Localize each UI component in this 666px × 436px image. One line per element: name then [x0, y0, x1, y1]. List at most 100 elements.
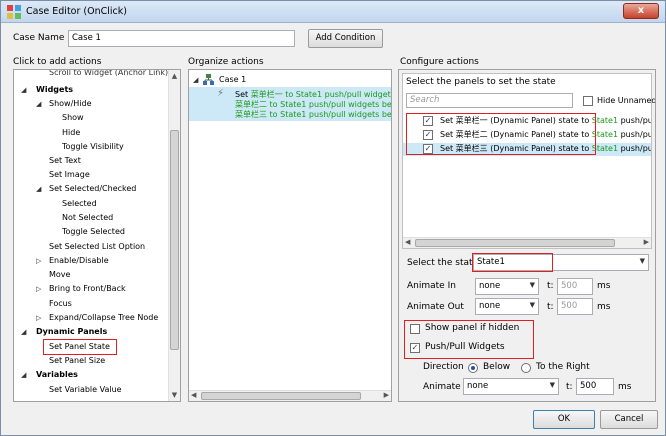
- action-line-3: 菜单栏三 to State1 push/pull widgets belov: [235, 110, 392, 119]
- animate-in-select[interactable]: none ▼: [475, 278, 539, 295]
- list-item[interactable]: Set Variable Value: [49, 385, 122, 394]
- configure-actions-panel: Select the panels to set the state Searc…: [398, 69, 656, 402]
- scroll-left-icon[interactable]: ◀: [191, 391, 196, 399]
- list-item[interactable]: Focus: [49, 299, 72, 308]
- scroll-thumb[interactable]: [415, 239, 615, 247]
- show-panel-label: Show panel if hidden: [425, 323, 520, 333]
- category-widgets[interactable]: Widgets: [36, 85, 73, 94]
- expand-triangle-icon[interactable]: ▷: [36, 257, 41, 265]
- list-item[interactable]: Set Selected/Checked: [49, 184, 136, 193]
- scroll-thumb[interactable]: [201, 392, 361, 400]
- highlight-box: [43, 339, 117, 355]
- select-state-label: Select the state: [407, 258, 479, 268]
- case-editor-window: Case Editor (OnClick) x Case Name Case 1…: [0, 0, 666, 436]
- list-item[interactable]: Scroll to Widget (Anchor Link): [49, 70, 168, 77]
- add-condition-button[interactable]: Add Condition: [308, 29, 383, 48]
- scroll-down-icon[interactable]: ▼: [169, 389, 180, 401]
- action-list-scrollbar[interactable]: ▲ ▼: [168, 70, 180, 401]
- scroll-right-icon[interactable]: ▶: [644, 238, 649, 246]
- t-label: t:: [547, 302, 554, 312]
- list-item[interactable]: Move: [49, 270, 70, 279]
- animate-in-value: none: [479, 281, 501, 291]
- organize-hscrollbar[interactable]: ◀ ▶: [189, 390, 391, 401]
- direction-label: Direction: [423, 362, 464, 372]
- highlight-box: [472, 253, 553, 272]
- window-title: Case Editor (OnClick): [26, 6, 127, 17]
- list-item[interactable]: Bring to Front/Back: [49, 284, 126, 293]
- close-button[interactable]: x: [623, 3, 659, 19]
- list-item[interactable]: Hide: [62, 128, 80, 137]
- t-label: t:: [566, 382, 573, 392]
- collapse-triangle-icon[interactable]: ◢: [21, 328, 26, 336]
- list-item[interactable]: Expand/Collapse Tree Node: [49, 313, 158, 322]
- middle-header: Organize actions: [188, 57, 264, 67]
- animate-time-input[interactable]: 500: [576, 378, 614, 395]
- highlight-box: [406, 113, 596, 155]
- collapse-triangle-icon[interactable]: ◢: [193, 76, 198, 84]
- show-panel-checkbox[interactable]: [410, 324, 420, 334]
- animate-in-label: Animate In: [407, 281, 456, 291]
- below-radio[interactable]: [468, 363, 478, 373]
- collapse-triangle-icon[interactable]: ◢: [21, 86, 26, 94]
- app-icon: [7, 5, 21, 19]
- category-dynamic-panels[interactable]: Dynamic Panels: [36, 327, 107, 336]
- list-item[interactable]: Set Panel Size: [49, 356, 105, 365]
- push-pull-label: Push/Pull Widgets: [425, 342, 505, 352]
- animate-out-label: Animate Out: [407, 302, 464, 312]
- panel-select-box: Select the panels to set the state Searc…: [402, 73, 655, 249]
- list-item[interactable]: Toggle Visibility: [62, 142, 124, 151]
- scroll-left-icon[interactable]: ◀: [405, 238, 410, 246]
- t-label: t:: [547, 281, 554, 291]
- organize-actions-panel: ◢ Case 1 ⚡ Set 菜单栏一 to State1 push/pull …: [188, 69, 392, 402]
- list-item[interactable]: Enable/Disable: [49, 256, 109, 265]
- list-item[interactable]: Show/Hide: [49, 99, 92, 108]
- case-icon: [203, 74, 214, 85]
- collapse-triangle-icon[interactable]: ◢: [36, 185, 41, 193]
- expand-triangle-icon[interactable]: ▷: [36, 314, 41, 322]
- selected-action-row[interactable]: ⚡ Set 菜单栏一 to State1 push/pull widgets b…: [189, 87, 391, 121]
- action-list-panel: Scroll to Widget (Anchor Link) ◢ Widgets…: [13, 69, 181, 402]
- select-panels-label: Select the panels to set the state: [406, 77, 556, 87]
- list-item[interactable]: Show: [62, 113, 84, 122]
- list-item[interactable]: Not Selected: [62, 213, 113, 222]
- push-pull-checkbox[interactable]: ✓: [410, 343, 420, 353]
- hide-unnamed-label: Hide Unnamed: [597, 96, 656, 105]
- animate-out-value: none: [479, 301, 501, 311]
- scroll-right-icon[interactable]: ▶: [384, 391, 389, 399]
- chevron-down-icon: ▼: [529, 301, 535, 309]
- ms-label: ms: [597, 302, 611, 312]
- case-name-label: Case Name: [13, 33, 65, 43]
- list-item[interactable]: Set Image: [49, 170, 90, 179]
- case-label[interactable]: Case 1: [219, 75, 246, 84]
- animate-out-time-input[interactable]: 500: [557, 298, 593, 315]
- animate-value: none: [467, 381, 489, 391]
- case-name-input[interactable]: Case 1: [68, 30, 295, 47]
- to-right-radio[interactable]: [521, 363, 531, 373]
- ms-label: ms: [597, 281, 611, 291]
- list-item[interactable]: Selected: [62, 199, 97, 208]
- left-header: Click to add actions: [13, 57, 102, 67]
- animate-out-select[interactable]: none ▼: [475, 298, 539, 315]
- animate-select[interactable]: none ▼: [463, 378, 559, 395]
- cancel-button[interactable]: Cancel: [600, 410, 658, 429]
- title-bar: Case Editor (OnClick) x: [1, 1, 665, 23]
- below-label: Below: [483, 362, 511, 372]
- panel-list-hscrollbar[interactable]: ◀ ▶: [403, 237, 651, 248]
- animate-in-time-input[interactable]: 500: [557, 278, 593, 295]
- list-item[interactable]: Set Selected List Option: [49, 242, 145, 251]
- category-variables[interactable]: Variables: [36, 370, 78, 379]
- lightning-icon: ⚡: [217, 88, 225, 99]
- expand-triangle-icon[interactable]: ▷: [36, 285, 41, 293]
- chevron-down-icon: ▼: [529, 281, 535, 289]
- scroll-thumb[interactable]: [170, 130, 179, 350]
- list-item[interactable]: Toggle Selected: [62, 227, 125, 236]
- collapse-triangle-icon[interactable]: ◢: [21, 371, 26, 379]
- hide-unnamed-checkbox[interactable]: [583, 96, 593, 106]
- search-input[interactable]: Search: [406, 93, 573, 108]
- chevron-down-icon: ▼: [549, 381, 555, 389]
- list-item[interactable]: Set Text: [49, 156, 81, 165]
- scroll-up-icon[interactable]: ▲: [169, 70, 180, 82]
- ok-button[interactable]: OK: [533, 410, 595, 429]
- collapse-triangle-icon[interactable]: ◢: [36, 100, 41, 108]
- chevron-down-icon: ▼: [639, 257, 645, 265]
